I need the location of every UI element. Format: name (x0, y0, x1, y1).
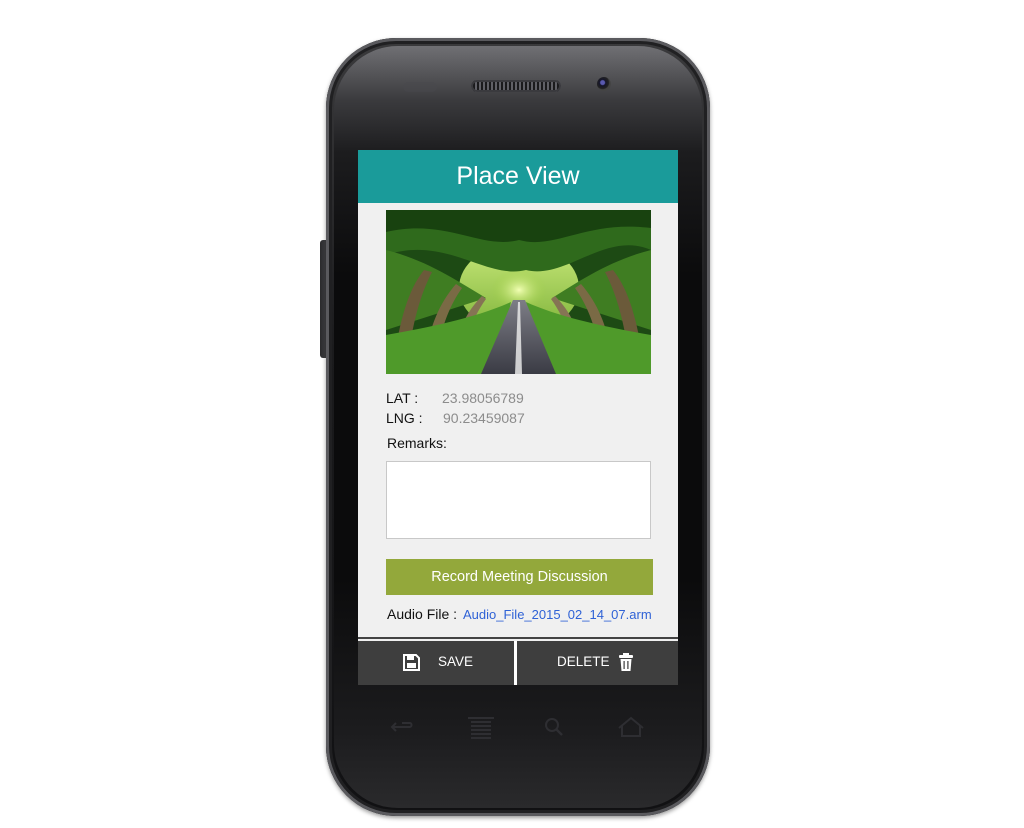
lat-value: 23.98056789 (442, 390, 524, 406)
remarks-label: Remarks: (387, 435, 447, 451)
app-screen: Place View LAT: 23.98056789 LNG: 90.23… (358, 150, 678, 685)
back-icon[interactable] (388, 714, 418, 740)
audio-file-label: Audio File : (387, 606, 458, 622)
home-icon[interactable] (616, 714, 646, 740)
page-title: Place View (358, 150, 678, 203)
front-camera-icon (597, 77, 611, 91)
place-photo (386, 210, 651, 374)
earpiece-speaker (471, 80, 561, 92)
action-bar: SAVE DELETE (358, 641, 678, 685)
save-label: SAVE (438, 654, 474, 669)
lng-value: 90.23459087 (443, 410, 525, 426)
delete-button[interactable]: DELETE (517, 641, 678, 685)
trash-icon (619, 653, 633, 671)
record-meeting-button[interactable]: Record Meeting Discussion (386, 559, 653, 595)
lng-label: LNG : (386, 410, 423, 426)
save-button[interactable]: SAVE (358, 641, 514, 685)
audio-file-link[interactable]: Audio_File_2015_02_14_07.arm (463, 607, 652, 622)
remarks-input[interactable] (386, 461, 651, 539)
menu-icon[interactable] (466, 714, 496, 740)
divider (358, 637, 678, 639)
floppy-disk-icon (403, 654, 420, 671)
search-icon[interactable] (540, 714, 570, 740)
proximity-sensor (403, 82, 437, 92)
delete-label: DELETE (557, 654, 610, 669)
lat-label: LAT : (386, 390, 419, 406)
